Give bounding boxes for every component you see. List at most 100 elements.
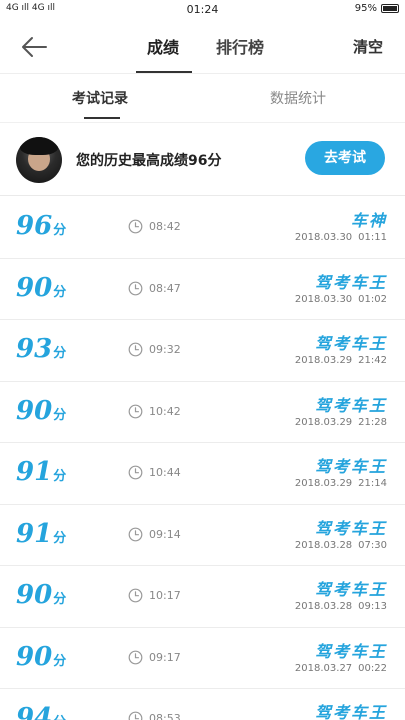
- go-exam-button[interactable]: 去考试: [305, 141, 385, 175]
- record-duration: 10:42: [149, 404, 181, 418]
- record-title: 驾考车王: [314, 395, 387, 415]
- tab-ranking[interactable]: 排行榜: [216, 34, 264, 58]
- record-date-time: 09:13: [358, 601, 387, 612]
- score-unit: 分: [53, 653, 67, 669]
- subtab-data-stats[interactable]: 数据统计: [270, 88, 326, 108]
- record-title: 驾考车王: [314, 580, 387, 599]
- clear-button[interactable]: 清空: [353, 36, 383, 57]
- score-unit: 分: [53, 346, 67, 361]
- record-title: 驾考车王: [314, 703, 387, 720]
- record-row[interactable]: 93分 09:32 驾考车王 2018.03.29 21:42: [0, 320, 405, 382]
- score-unit: 分: [53, 469, 67, 484]
- record-row[interactable]: 90分 10:42 驾考车王 2018.03.29 21:28: [0, 381, 405, 443]
- record-date-time: 21:14: [358, 478, 387, 489]
- battery-icon: [381, 4, 399, 13]
- record-duration: 08:53: [149, 712, 181, 720]
- clock-icon: [128, 219, 143, 234]
- record-date-time: 01:02: [358, 293, 387, 305]
- records-list: 96分 08:42 车神 2018.03.30 01:11 90分 08:47 驾考车王 201…: [0, 197, 405, 720]
- record-date-day: 2018.03.30: [294, 293, 353, 305]
- clock-time: 01:24: [186, 3, 219, 16]
- record-score: 91分: [16, 457, 66, 487]
- status-right: 95%: [355, 3, 399, 14]
- record-date-day: 2018.03.28: [294, 601, 353, 612]
- record-duration: 08:47: [149, 281, 181, 295]
- score-value: 91: [16, 457, 53, 487]
- record-title: 驾考车王: [314, 272, 387, 292]
- top-header: 成绩 排行榜 清空: [0, 20, 405, 74]
- record-duration: 09:14: [149, 527, 181, 541]
- record-date-time: 00:22: [358, 662, 387, 674]
- arrow-left-icon: [22, 37, 47, 57]
- record-title: 驾考车王: [314, 457, 387, 476]
- score-unit: 分: [53, 592, 67, 607]
- record-date: 2018.03.29 21:42: [295, 355, 387, 366]
- record-date: 2018.03.30 01:02: [295, 294, 387, 305]
- score-value: 90: [16, 641, 53, 672]
- record-date-time: 21:42: [358, 355, 387, 366]
- score-value: 91: [16, 518, 53, 549]
- clock-icon: [128, 342, 143, 357]
- record-row[interactable]: 94分 08:53 驾考车王: [0, 689, 405, 720]
- record-date-day: 2018.03.29: [294, 478, 353, 489]
- record-date: 2018.03.28 09:13: [295, 601, 387, 612]
- record-date-day: 2018.03.29: [294, 355, 353, 366]
- record-duration: 09:17: [149, 650, 181, 664]
- record-date: 2018.03.30 01:11: [295, 232, 387, 243]
- record-title: 驾考车王: [314, 518, 387, 538]
- active-tab-indicator: [136, 71, 192, 73]
- score-unit: 分: [53, 407, 67, 423]
- record-date-day: 2018.03.30: [294, 232, 353, 243]
- record-date: 2018.03.27 00:22: [295, 663, 387, 674]
- score-value: 94: [16, 703, 53, 720]
- record-title: 驾考车王: [314, 641, 387, 661]
- record-score: 90分: [16, 273, 66, 303]
- score-value: 93: [16, 334, 53, 364]
- record-score: 90分: [16, 642, 66, 672]
- score-unit: 分: [53, 223, 67, 238]
- record-duration: 10:17: [149, 589, 181, 602]
- score-value: 96: [16, 211, 53, 241]
- record-duration: 10:44: [149, 466, 181, 479]
- record-score: 91分: [16, 519, 66, 549]
- record-duration: 09:32: [149, 343, 181, 356]
- record-duration: 08:42: [149, 220, 181, 233]
- record-score: 90分: [16, 396, 66, 426]
- record-date-time: 07:30: [358, 539, 387, 551]
- score-value: 90: [16, 580, 53, 610]
- record-row[interactable]: 90分 09:17 驾考车王 2018.03.27 00:22: [0, 627, 405, 689]
- record-row[interactable]: 91分 10:44 驾考车王 2018.03.29 21:14: [0, 443, 405, 505]
- record-row[interactable]: 96分 08:42 车神 2018.03.30 01:11: [0, 197, 405, 259]
- score-value: 90: [16, 272, 53, 303]
- record-score: 93分: [16, 334, 66, 364]
- clock-icon: [128, 527, 143, 542]
- score-value: 90: [16, 395, 53, 426]
- record-date: 2018.03.28 07:30: [295, 540, 387, 551]
- best-score-banner: 您的历史最高成绩96分 去考试: [0, 122, 405, 196]
- best-score-text: 您的历史最高成绩96分: [76, 153, 222, 169]
- record-row[interactable]: 91分 09:14 驾考车王 2018.03.28 07:30: [0, 504, 405, 566]
- tab-score[interactable]: 成绩: [147, 34, 179, 58]
- clock-icon: [128, 650, 143, 665]
- clock-icon: [128, 588, 143, 603]
- clock-icon: [128, 281, 143, 296]
- clock-icon: [128, 465, 143, 480]
- record-date-day: 2018.03.27: [294, 662, 353, 674]
- record-score: 90分: [16, 580, 66, 610]
- status-bar: 4G ıll 4G ıll 01:24 95%: [0, 0, 405, 20]
- score-unit: 分: [53, 530, 67, 546]
- record-date: 2018.03.29 21:14: [295, 478, 387, 489]
- record-row[interactable]: 90分 10:17 驾考车王 2018.03.28 09:13: [0, 566, 405, 628]
- record-row[interactable]: 90分 08:47 驾考车王 2018.03.30 01:02: [0, 258, 405, 320]
- record-date-day: 2018.03.29: [294, 416, 353, 428]
- back-button[interactable]: [18, 32, 50, 62]
- record-score: 96分: [16, 211, 66, 241]
- score-unit: 分: [53, 284, 67, 300]
- record-date-day: 2018.03.28: [294, 539, 353, 551]
- active-subtab-indicator: [84, 117, 120, 119]
- sub-tabs: 考试记录 数据统计: [0, 74, 405, 120]
- subtab-exam-records[interactable]: 考试记录: [72, 88, 128, 108]
- clock-icon: [128, 404, 143, 419]
- clock-icon: [128, 711, 143, 720]
- record-date: 2018.03.29 21:28: [295, 417, 387, 428]
